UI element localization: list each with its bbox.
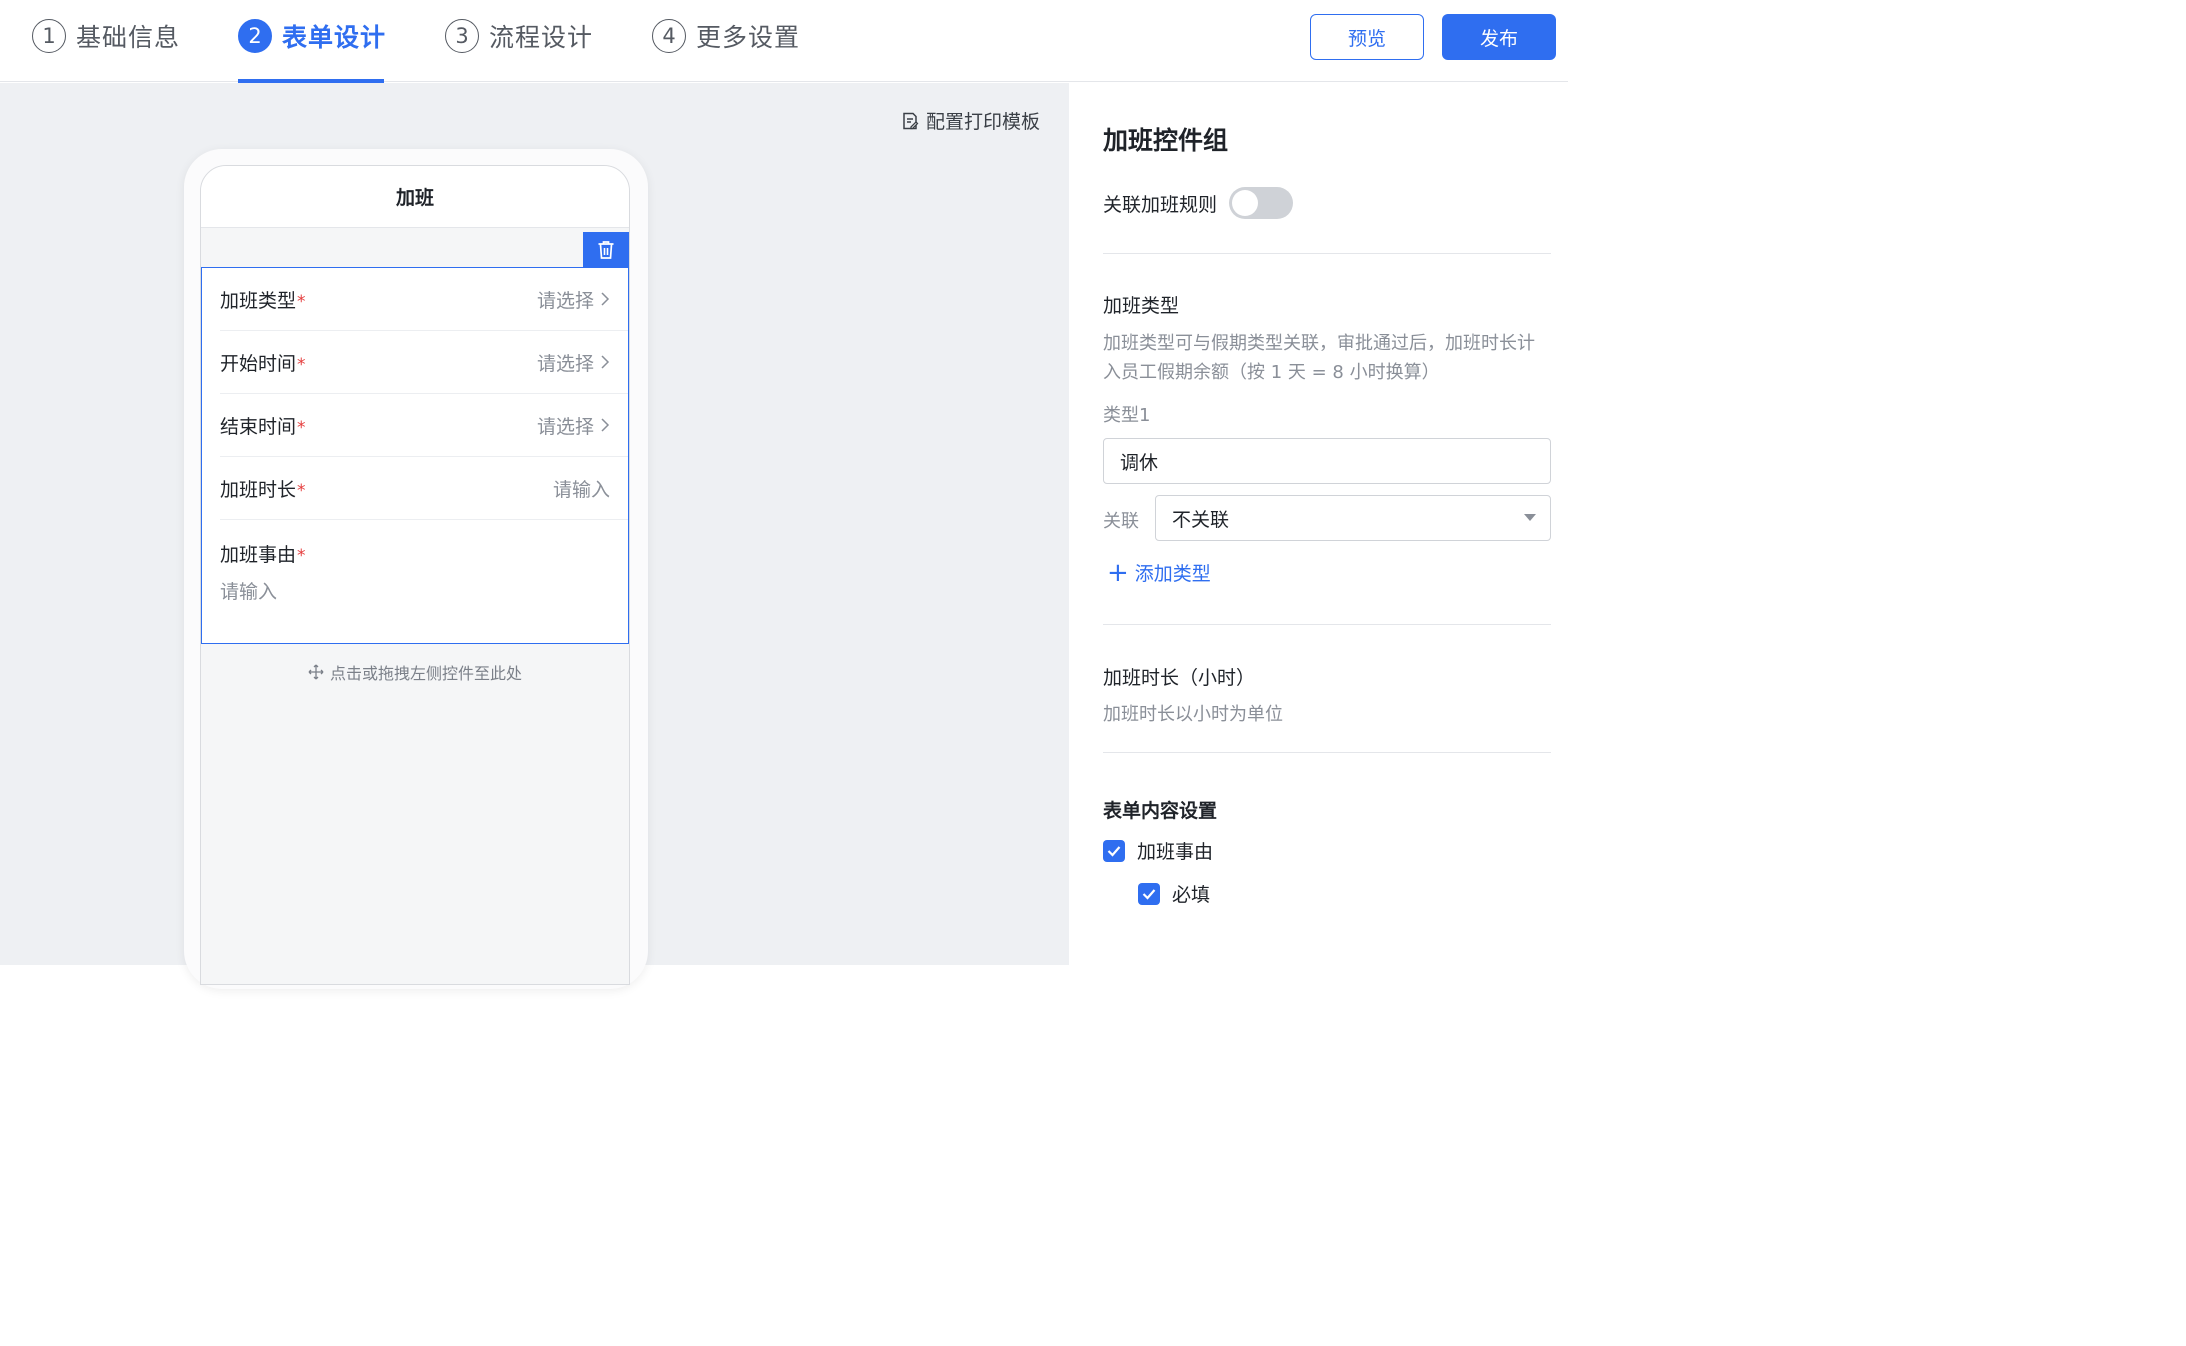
- field-label: 加班时长*: [220, 478, 306, 501]
- step-form-design[interactable]: 2 表单设计: [238, 14, 386, 58]
- field-label: 结束时间*: [220, 415, 306, 438]
- phone-screen: 加班 加班类型* 请选择 开始时间* 请选择 结束时间* 请选择 加班时长* 请…: [200, 165, 630, 985]
- plus-icon: +: [1107, 557, 1129, 588]
- add-type-label: 添加类型: [1134, 563, 1211, 585]
- type1-label: 类型1: [1103, 405, 1151, 426]
- field-label: 开始时间*: [220, 352, 306, 375]
- field-end-time[interactable]: 结束时间* 请选择: [220, 394, 628, 457]
- link-rule-toggle[interactable]: [1229, 187, 1294, 219]
- required-mark: *: [297, 417, 306, 438]
- add-type-button[interactable]: + 添加类型: [1107, 559, 1211, 586]
- step-number: 1: [32, 19, 66, 53]
- relation-label: 关联: [1103, 511, 1139, 532]
- panel-title: 加班控件组: [1103, 126, 1229, 155]
- field-placeholder: 请选择: [537, 349, 610, 376]
- chevron-right-icon: [601, 292, 610, 306]
- required-mark: *: [297, 291, 306, 312]
- field-label: 加班类型*: [220, 289, 306, 312]
- field-start-time[interactable]: 开始时间* 请选择: [220, 331, 628, 394]
- required-mark: *: [297, 546, 306, 566]
- reason-checkbox-label: 加班事由: [1137, 841, 1214, 863]
- step-label: 流程设计: [489, 23, 594, 52]
- step-number: 2: [238, 19, 272, 53]
- step-bar: 1 基础信息 2 表单设计 3 流程设计 4 更多设置 预览 发布: [0, 0, 1568, 83]
- required-mark: *: [297, 480, 306, 501]
- field-placeholder: 请输入: [552, 478, 610, 501]
- drop-hint-text: 点击或拖拽左侧控件至此处: [329, 664, 522, 683]
- link-rule-label: 关联加班规则: [1103, 193, 1218, 216]
- duration-section-desc: 加班时长以小时为单位: [1103, 704, 1283, 725]
- field-overtime-duration[interactable]: 加班时长* 请输入: [220, 457, 628, 520]
- caret-down-icon: [1524, 514, 1536, 521]
- publish-button[interactable]: 发布: [1442, 14, 1556, 60]
- trash-icon: [598, 241, 614, 259]
- required-mark: *: [297, 354, 306, 375]
- drop-zone-hint[interactable]: 点击或拖拽左侧控件至此处: [201, 660, 629, 684]
- delete-button[interactable]: [583, 232, 629, 268]
- content-settings-title: 表单内容设置: [1103, 800, 1218, 822]
- step-label: 更多设置: [696, 23, 801, 52]
- type1-input[interactable]: 调休: [1103, 438, 1551, 484]
- check-icon: [1107, 845, 1121, 857]
- field-placeholder: 请输入: [220, 581, 278, 603]
- field-placeholder: 请选择: [537, 412, 610, 439]
- type-section-desc: 加班类型可与假期类型关联，审批通过后，加班时长计入员工假期余额（按 1 天 = …: [1103, 333, 1535, 383]
- overtime-control-group[interactable]: 加班类型* 请选择 开始时间* 请选择 结束时间* 请选择 加班时长* 请输入 …: [201, 267, 629, 644]
- form-title: 加班: [201, 166, 629, 228]
- type-section-title: 加班类型: [1103, 295, 1180, 317]
- step-flow-design[interactable]: 3 流程设计: [445, 14, 593, 58]
- required-checkbox-label: 必填: [1172, 884, 1211, 906]
- print-template-link[interactable]: 配置打印模板: [900, 107, 1040, 134]
- print-template-label: 配置打印模板: [926, 111, 1041, 133]
- move-icon: [308, 664, 324, 680]
- print-template-icon: [903, 112, 919, 129]
- divider: [1103, 624, 1551, 625]
- step-number: 3: [445, 19, 479, 53]
- reason-checkbox[interactable]: [1103, 839, 1125, 862]
- preview-button[interactable]: 预览: [1310, 14, 1424, 60]
- relation-select[interactable]: 不关联: [1155, 495, 1551, 541]
- step-number: 4: [652, 19, 686, 53]
- chevron-right-icon: [601, 355, 610, 369]
- duration-section-title: 加班时长（小时）: [1103, 667, 1256, 689]
- required-checkbox[interactable]: [1138, 882, 1160, 905]
- chevron-right-icon: [601, 418, 610, 432]
- step-label: 基础信息: [76, 23, 181, 52]
- required-checkbox-row[interactable]: 必填: [1138, 880, 1210, 907]
- divider: [1103, 752, 1551, 753]
- phone-frame: 加班 加班类型* 请选择 开始时间* 请选择 结束时间* 请选择 加班时长* 请…: [184, 149, 648, 989]
- check-icon: [1142, 888, 1156, 900]
- field-overtime-reason[interactable]: 加班事由* 请输入: [220, 520, 628, 640]
- step-basic-info[interactable]: 1 基础信息: [32, 14, 180, 58]
- divider: [1103, 253, 1551, 254]
- toggle-knob: [1232, 190, 1259, 216]
- design-canvas: 配置打印模板 加班 加班类型* 请选择 开始时间* 请选择 结束时间* 请选择 …: [0, 83, 1069, 989]
- field-overtime-type[interactable]: 加班类型* 请选择: [220, 268, 628, 331]
- step-label: 表单设计: [282, 23, 387, 52]
- field-label: 加班事由*: [220, 544, 306, 566]
- field-placeholder: 请选择: [537, 286, 610, 313]
- relation-value: 不关联: [1172, 508, 1230, 531]
- step-more-settings[interactable]: 4 更多设置: [652, 14, 800, 58]
- link-rule-row: 关联加班规则: [1103, 187, 1294, 219]
- reason-checkbox-row[interactable]: 加班事由: [1103, 837, 1213, 864]
- properties-panel: 加班控件组 关联加班规则 加班类型 加班类型可与假期类型关联，审批通过后，加班时…: [1069, 83, 1568, 965]
